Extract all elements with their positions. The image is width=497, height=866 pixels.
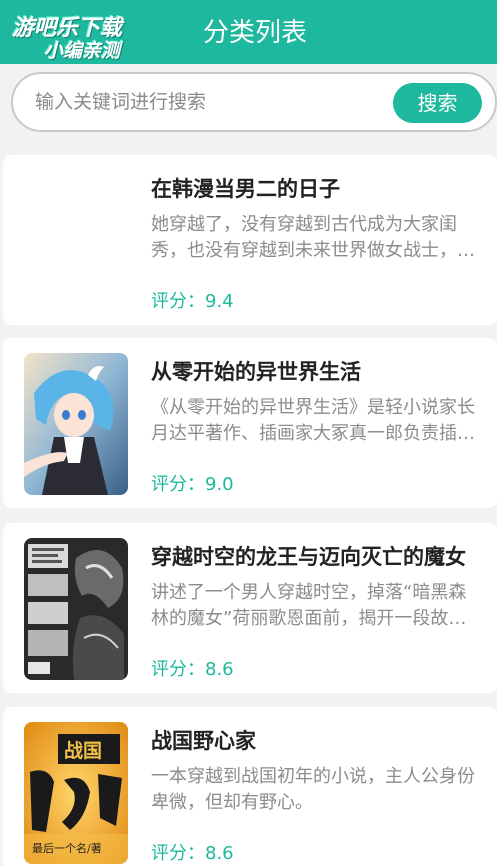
book-cover-image[interactable]: [24, 353, 128, 495]
book-cover-image[interactable]: [24, 538, 128, 680]
book-title: 穿越时空的龙王与迈向灭亡的魔女: [151, 545, 466, 569]
search-bar: 搜索: [0, 64, 497, 140]
book-card[interactable]: 穿越时空的龙王与迈向灭亡的魔女 讲述了一个男人穿越时空，掉落“暗黑森林的魔女”荷…: [3, 523, 497, 693]
book-description: 《从零开始的异世界生活》是轻小说家长月达平著作、插画家大冢真一郎负责插画的轻小说…: [151, 397, 475, 444]
app-header: 游吧乐下载 小编亲测 分类列表: [0, 0, 497, 64]
book-rating: 评分：9.4: [151, 291, 234, 312]
book-rating: 评分：8.6: [151, 843, 234, 864]
cover-author: 最后一个名/著: [32, 842, 102, 855]
book-description: 她穿越了，没有穿越到古代成为大家闺秀，也没有穿越到未来世界做女战士，而是穿越进了…: [151, 214, 475, 261]
search-input[interactable]: [35, 86, 375, 118]
book-title: 从零开始的异世界生活: [151, 360, 361, 384]
book-rating: 评分：8.6: [151, 659, 234, 680]
cover-title: 战国: [64, 740, 103, 762]
page-title: 分类列表: [203, 18, 308, 48]
book-card[interactable]: 从零开始的异世界生活 《从零开始的异世界生活》是轻小说家长月达平著作、插画家大冢…: [3, 338, 497, 508]
search-box: 搜索: [11, 72, 497, 132]
book-title: 战国野心家: [151, 729, 256, 753]
logo-text-line2: 小编亲测: [44, 40, 121, 62]
search-button[interactable]: 搜索: [393, 83, 482, 123]
book-description: 讲述了一个男人穿越时空，掉落“暗黑森林的魔女”荷丽歌恩面前，揭开一段故事。: [151, 582, 467, 629]
book-title: 在韩漫当男二的日子: [151, 177, 340, 201]
book-card[interactable]: 战国 最后一个名/著 战国野心家 一本穿越到战国初年的小说，主人公身份卑微，但却…: [3, 707, 497, 866]
book-rating: 评分：9.0: [151, 474, 234, 495]
book-card[interactable]: 在韩漫当男二的日子 她穿越了，没有穿越到古代成为大家闺秀，也没有穿越到未来世界做…: [3, 155, 497, 325]
book-cover-image[interactable]: 战国 最后一个名/著: [24, 722, 128, 864]
book-description: 一本穿越到战国初年的小说，主人公身份卑微，但却有野心。: [151, 766, 475, 813]
site-logo: 游吧乐下载 小编亲测: [12, 8, 152, 62]
